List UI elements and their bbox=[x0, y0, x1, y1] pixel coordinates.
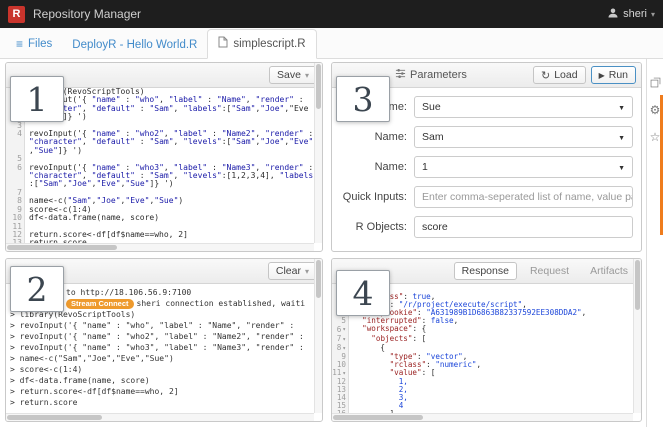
select-value: 1 bbox=[422, 161, 428, 173]
vertical-scrollbar[interactable] bbox=[633, 259, 641, 413]
form-row: R Objects: score bbox=[340, 216, 633, 238]
vertical-scrollbar[interactable] bbox=[314, 259, 322, 413]
user-name: sheri bbox=[623, 8, 647, 20]
annotation-3: 3 bbox=[336, 76, 390, 122]
console-line: > return.score bbox=[10, 398, 78, 407]
play-icon bbox=[599, 69, 605, 81]
gutter-line-number: 5 bbox=[17, 154, 22, 164]
caret-down-icon bbox=[651, 8, 655, 20]
gutter-line-number bbox=[6, 147, 25, 155]
caret-down-icon bbox=[618, 131, 625, 143]
save-button[interactable]: Save bbox=[269, 66, 317, 84]
gutter-line-number: 6 bbox=[17, 162, 22, 172]
code-line: ,"Sue"]} ') bbox=[6, 145, 322, 155]
code-line: 10 df<-data.frame(name, score) bbox=[6, 213, 322, 223]
user-icon bbox=[607, 7, 619, 22]
app-header: R Repository Manager sheri bbox=[0, 0, 663, 28]
gutter-line-number: 3 bbox=[17, 120, 22, 130]
tab-simplescript[interactable]: simplescript.R bbox=[207, 29, 317, 59]
gutter-line-number: 4 bbox=[17, 129, 22, 139]
save-label: Save bbox=[277, 69, 301, 81]
tab-label: Files bbox=[28, 38, 53, 50]
console-line: > revoInput('{ "name" : "who", "label" :… bbox=[10, 321, 295, 330]
pages-icon[interactable] bbox=[648, 75, 663, 90]
field-value: score bbox=[422, 221, 448, 233]
parameters-title-label: Parameters bbox=[410, 69, 467, 81]
user-menu[interactable]: sheri bbox=[607, 7, 655, 22]
annotation-2: 2 bbox=[10, 266, 64, 312]
stream-connect-badge: Stream Connect bbox=[66, 299, 134, 309]
tab-bar: Files DeployR - Hello World.R simplescri… bbox=[0, 28, 663, 59]
tab-files[interactable]: Files bbox=[6, 31, 62, 58]
tab-deployr-hello-world[interactable]: DeployR - Hello World.R bbox=[62, 33, 207, 58]
form-row: Name: 1 bbox=[340, 156, 633, 178]
fold-caret-icon[interactable] bbox=[341, 325, 346, 334]
caret-down-icon bbox=[305, 69, 309, 81]
file-icon bbox=[218, 36, 228, 51]
app-title: Repository Manager bbox=[33, 7, 142, 21]
clear-label: Clear bbox=[275, 265, 301, 277]
caret-down-icon bbox=[305, 265, 309, 277]
clear-button[interactable]: Clear bbox=[267, 262, 317, 280]
quick-inputs-field[interactable]: Enter comma-seperated list of name, valu… bbox=[414, 186, 633, 208]
code-line: :["Sam","Joe","Eve","Sue"]} ') bbox=[6, 179, 322, 189]
sliders-icon bbox=[395, 68, 406, 82]
horizontal-scrollbar[interactable] bbox=[332, 413, 633, 421]
form-row: Name: Sam bbox=[340, 126, 633, 148]
select-value: Sue bbox=[422, 101, 441, 113]
load-button[interactable]: Load bbox=[533, 66, 586, 84]
parameters-title: Parameters bbox=[395, 68, 467, 82]
tab-response[interactable]: Response bbox=[453, 262, 517, 280]
console-line: > return.score<-df[df$name==who, 2] bbox=[10, 387, 179, 396]
field-label: Name: bbox=[374, 131, 407, 143]
console-line: > revoInput('{ "name" : "who3", "label" … bbox=[10, 343, 304, 352]
right-rail: ⚙ ☆ bbox=[646, 59, 663, 427]
annotation-4: 4 bbox=[336, 270, 390, 316]
gutter-line-number bbox=[6, 180, 25, 188]
run-label: Run bbox=[608, 69, 628, 81]
code-text: df<-data.frame(name, score) bbox=[29, 213, 160, 223]
annotation-1: 1 bbox=[10, 76, 64, 122]
r-logo: R bbox=[8, 5, 25, 23]
name-select-1[interactable]: Sue bbox=[414, 96, 633, 118]
tab-artifacts[interactable]: Artifacts bbox=[582, 262, 636, 280]
code-text: :["Sam","Joe","Eve","Sue"]} ') bbox=[29, 179, 174, 189]
name-select-3[interactable]: 1 bbox=[414, 156, 633, 178]
console-line: > score<-c(1:4) bbox=[10, 365, 83, 374]
tab-label: DeployR - Hello World.R bbox=[72, 39, 198, 51]
gutter-line-number: 8 bbox=[17, 196, 22, 206]
vertical-scrollbar[interactable] bbox=[314, 63, 322, 243]
load-label: Load bbox=[554, 69, 578, 81]
caret-down-icon bbox=[618, 101, 625, 113]
load-icon bbox=[541, 69, 550, 82]
console-line: > name<-c("Sam","Joe","Eve","Sue") bbox=[10, 354, 174, 363]
run-button[interactable]: Run bbox=[590, 66, 636, 84]
gutter-line-number: 7 bbox=[17, 187, 22, 197]
placeholder-text: Enter comma-seperated list of name, valu… bbox=[422, 191, 632, 203]
field-label: R Objects: bbox=[355, 221, 407, 233]
form-row: Quick Inputs: Enter comma-seperated list… bbox=[340, 186, 633, 208]
horizontal-scrollbar[interactable] bbox=[6, 243, 314, 251]
gutter-line-number bbox=[6, 172, 25, 180]
console-line: > df<-data.frame(name, score) bbox=[10, 376, 150, 385]
gutter-line-number bbox=[6, 138, 25, 146]
name-select-2[interactable]: Sam bbox=[414, 126, 633, 148]
list-icon bbox=[16, 37, 23, 51]
field-label: Quick Inputs: bbox=[342, 191, 407, 203]
tab-request[interactable]: Request bbox=[522, 262, 577, 280]
console-line: > revoInput('{ "name" : "who2", "label" … bbox=[10, 332, 304, 341]
field-label: Name: bbox=[374, 161, 407, 173]
horizontal-scrollbar[interactable] bbox=[6, 413, 314, 421]
code-text: ,"Sue"]} ') bbox=[29, 145, 83, 155]
tab-label: simplescript.R bbox=[233, 37, 306, 50]
select-value: Sam bbox=[422, 131, 444, 143]
fold-caret-icon[interactable] bbox=[341, 335, 346, 344]
caret-down-icon bbox=[618, 161, 625, 173]
r-objects-field[interactable]: score bbox=[414, 216, 633, 238]
